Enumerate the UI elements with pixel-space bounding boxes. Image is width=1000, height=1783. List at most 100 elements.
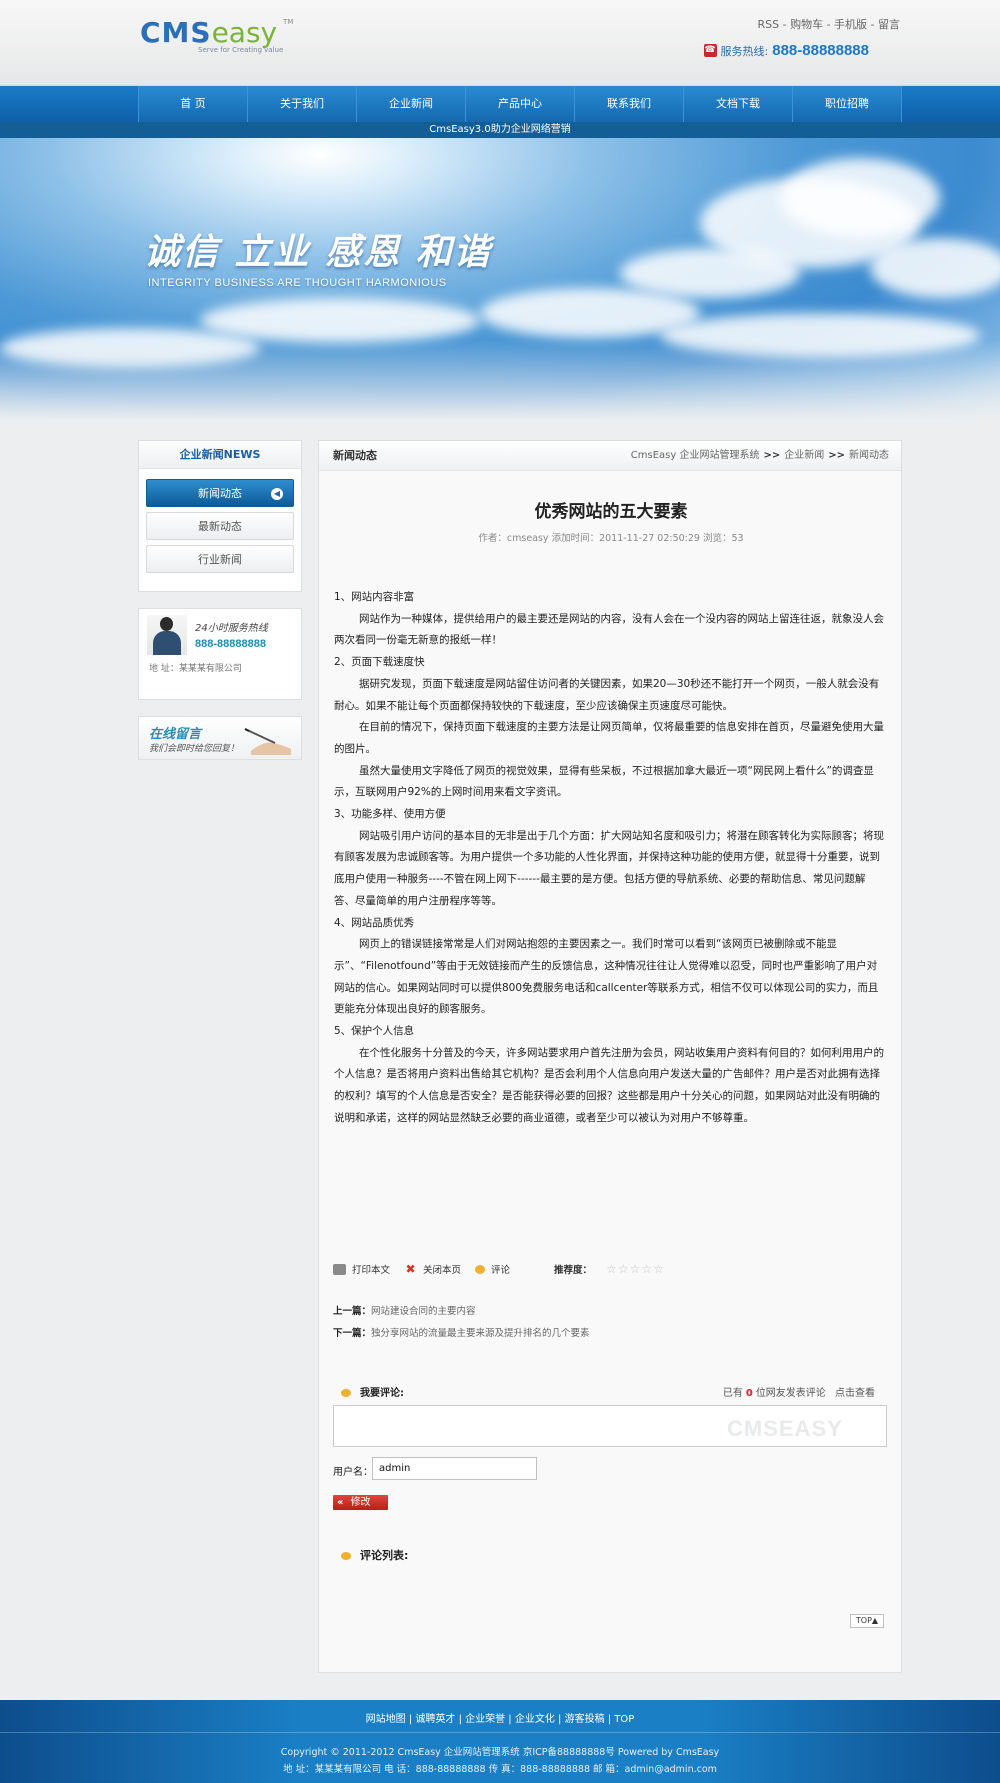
article-paragraph: 在个性化服务十分普及的今天，许多网站要求用户首先注册为会员，网站收集用户资料有何… [334,1046,884,1124]
breadcrumb-separator: >> [828,450,845,461]
top-links[interactable]: RSS - 购物车 - 手机版 - 留言 [758,16,901,32]
service-number: 888-88888888 [195,638,266,650]
cloud-decoration [200,298,480,343]
username-label: 用户名： [333,1467,373,1478]
comment-textarea[interactable] [333,1405,887,1447]
prev-label: 上一篇： [333,1306,372,1317]
nav-item-downloads[interactable]: 文档下载 [684,86,793,122]
article-paragraph: 虽然大量使用文字降低了网页的视觉效果，显得有些呆板，不过根据加拿大最近一项“网民… [334,764,874,799]
logo-tagline: Serve for Creating value [198,46,284,54]
sidebar-item-label: 行业新闻 [198,553,242,566]
next-label: 下一篇： [333,1328,372,1339]
sidebar-item-latest[interactable]: 最新动态 [146,512,294,540]
pen-hand-icon [244,728,291,755]
sidebar-title: 企业新闻NEWS [139,441,301,469]
site-logo[interactable]: CMSeasy TM Serve for Creating value [140,16,293,56]
print-icon [333,1263,346,1275]
message-subtitle: 我们会即时给您回复！ [149,744,240,754]
article-title: 优秀网站的五大要素 [534,502,688,522]
section-label: 新闻动态 [333,449,377,462]
main-nav-bar: 首 页 关于我们 企业新闻 产品中心 联系我们 文档下载 职位招聘 [0,86,1000,122]
comment-count-prefix: 已有 [722,1388,743,1399]
print-label: 打印本文 [352,1265,391,1276]
article-body: 1、网站内容非富网站作为一种媒体，提供给用户的最主要还是网站的内容，没有人会在一… [334,587,886,1130]
comment-icon [475,1264,486,1274]
footer-address: 地 址：某某某有限公司 电 话：888-88888888 传 真：888-888… [283,1764,717,1775]
breadcrumb: CmsEasy 企业网站管理系统 >> 企业新闻 >> 新闻动态 [631,441,889,471]
nav-item-jobs[interactable]: 职位招聘 [793,86,902,122]
submit-label: 修改 [350,1497,371,1508]
double-chevron-icon: « [337,1497,344,1508]
print-button[interactable]: 打印本文 [333,1262,390,1276]
service-address: 地 址：某某某有限公司 [149,664,242,674]
sidebar-menu: 新闻动态 ◀ 最新动态 行业新闻 [139,469,301,582]
article-section-heading: 2、页面下载速度快 [334,656,425,669]
article-section-heading: 3、功能多样、使用方便 [334,808,446,821]
breadcrumb-current[interactable]: 新闻动态 [849,450,889,461]
nav-item-products[interactable]: 产品中心 [466,86,575,122]
article-section-heading: 1、网站内容非富 [334,591,415,603]
bullet-icon [341,1389,351,1397]
site-footer: 网站地图 | 诚聘英才 | 企业荣誉 | 企业文化 | 游客投稿 | TOP C… [0,1700,1000,1783]
phone-icon: ☎ [703,44,717,57]
avatar-body [153,631,181,655]
hero-banner: 诚信 立业 感恩 和谐 INTEGRITY BUSINESS ARE THOUG… [0,138,1000,420]
sidebar-item-industry[interactable]: 行业新闻 [146,545,294,573]
article-toolbar: 打印本文 ✖ 关闭本页 评论 推荐度： ☆☆☆☆☆ [333,1261,665,1277]
cloud-decoration [780,158,940,238]
sidebar-item-label: 新闻动态 [198,487,242,500]
comment-count-suffix: 位网友发表评论 [755,1388,826,1399]
username-input[interactable] [372,1457,537,1480]
banner-fade [0,340,1000,420]
next-article: 下一篇：独分享网站的流量最主要来源及提升排名的几个要素 [333,1325,590,1339]
service-box: 24小时服务热线 888-88888888 地 址：某某某有限公司 [138,608,302,700]
comment-form-title: 我要评论: [360,1388,404,1399]
comment-label: 评论 [491,1265,511,1276]
close-page-button[interactable]: ✖ 关闭本页 [404,1261,461,1277]
prev-article: 上一篇：网站建设合同的主要内容 [333,1303,476,1317]
view-comments-link[interactable]: 点击查看 [835,1388,875,1399]
footer-copyright: Copyright © 2011-2012 CmsEasy 企业网站管理系统 京… [280,1747,720,1758]
article-paragraph: 据研究发现，页面下载速度是网站留住访问者的关键因素，如果20—30秒还不能打开一… [334,677,880,712]
back-to-top-button[interactable]: TOP▲ [850,1614,884,1628]
nav-item-news[interactable]: 企业新闻 [357,86,466,122]
sidebar-news-box: 企业新闻NEWS 新闻动态 ◀ 最新动态 行业新闻 [138,440,302,592]
article-paragraph: 网站吸引用户访问的基本目的无非是出于几个方面：扩大网站知名度和吸引力；将潜在顾客… [334,829,884,907]
online-message-box[interactable]: 在线留言 我们会即时给您回复！ [138,716,302,760]
prev-article-link[interactable]: 网站建设合同的主要内容 [371,1306,476,1317]
article-paragraph: 网站作为一种媒体，提供给用户的最主要还是网站的内容，没有人会在一个没内容的网站上… [334,612,884,647]
content-header: 新闻动态 CmsEasy 企业网站管理系统 >> 企业新闻 >> 新闻动态 [319,441,901,471]
article-paragraph: 网页上的错误链接常常是人们对网站抱怨的主要因素之一。我们时常可以看到“该网页已被… [334,938,879,1016]
article-paragraph: 在目前的情况下，保持页面下载速度的主要方法是让网页简单，仅将最重要的信息安排在首… [334,721,884,755]
nav-item-about[interactable]: 关于我们 [248,86,357,122]
site-header: CMSeasy TM Serve for Creating value RSS … [0,0,1000,86]
nav-item-home[interactable]: 首 页 [139,86,248,122]
footer-divider [0,1732,1000,1733]
article-section-heading: 5、保护个人信息 [334,1025,415,1038]
comment-button[interactable]: 评论 [475,1262,510,1276]
banner-slogan-en: INTEGRITY BUSINESS ARE THOUGHT HARMONIOU… [148,277,447,289]
submit-comment-button[interactable]: « 修改 [333,1495,388,1510]
comment-list-header: 评论列表: [341,1547,408,1563]
rating-label: 推荐度： [554,1265,593,1276]
breadcrumb-home[interactable]: CmsEasy 企业网站管理系统 [631,450,760,461]
logo-text-cms: CMS [140,16,212,49]
comment-count-number: 0 [745,1388,753,1399]
main-nav: 首 页 关于我们 企业新闻 产品中心 联系我们 文档下载 职位招聘 [138,86,902,122]
bullet-icon [341,1552,351,1560]
sidebar-item-label: 最新动态 [198,520,242,533]
breadcrumb-separator: >> [763,450,781,461]
message-title: 在线留言 [149,727,202,742]
cloud-decoration [870,238,1000,298]
footer-links[interactable]: 网站地图 | 诚聘英才 | 企业荣誉 | 企业文化 | 游客投稿 | TOP [0,1710,1000,1725]
sidebar-item-news-updates[interactable]: 新闻动态 ◀ [146,479,294,507]
service-avatar [147,615,187,655]
comment-list-title: 评论列表: [360,1549,409,1562]
nav-item-contact[interactable]: 联系我们 [575,86,684,122]
next-article-link[interactable]: 独分享网站的流量最主要来源及提升排名的几个要素 [371,1328,590,1339]
comment-count: 已有 0 位网友发表评论 点击查看 [723,1384,875,1399]
rating-stars[interactable]: ☆☆☆☆☆ [606,1262,665,1276]
main-content: 新闻动态 CmsEasy 企业网站管理系统 >> 企业新闻 >> 新闻动态 优秀网站的五… [318,440,902,1673]
breadcrumb-news[interactable]: 企业新闻 [784,450,824,461]
close-icon: ✖ [405,1261,416,1276]
